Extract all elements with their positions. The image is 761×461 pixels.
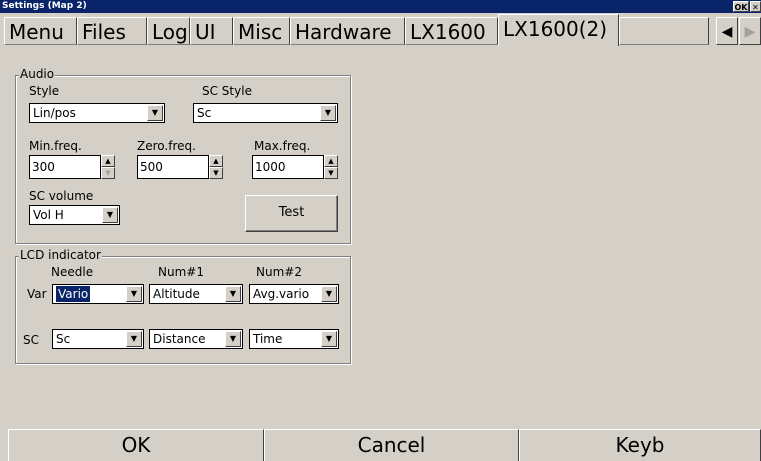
tab-scroll-left-icon[interactable]: ◀: [716, 17, 738, 45]
sc-num2-value: Time: [253, 332, 283, 346]
num2-column-label: Num#2: [256, 265, 302, 279]
style-select[interactable]: Lin/pos ▼: [29, 103, 165, 123]
sc-style-value: Sc: [197, 106, 212, 120]
max-freq-field[interactable]: 1000: [252, 155, 324, 179]
sc-volume-value: Vol H: [33, 208, 64, 222]
title-ok-button[interactable]: OK: [733, 1, 749, 12]
title-bar: Settings (Map 2): [0, 0, 761, 13]
min-freq-stepper[interactable]: 300 ▲ ▼: [29, 155, 115, 179]
cancel-button[interactable]: Cancel: [264, 429, 519, 461]
sc-num2-select[interactable]: Time ▼: [249, 329, 339, 349]
var-needle-value: Vario: [56, 286, 91, 302]
keyboard-button[interactable]: Keyb: [519, 429, 761, 461]
min-freq-label: Min.freq.: [29, 139, 82, 153]
tab-lx1600[interactable]: LX1600: [405, 17, 498, 45]
window-title: Settings (Map 2): [2, 1, 87, 11]
spin-down-icon[interactable]: ▼: [101, 167, 115, 179]
sc-style-select[interactable]: Sc ▼: [193, 103, 338, 123]
test-button[interactable]: Test: [245, 195, 338, 232]
tab-ui[interactable]: UI: [190, 17, 233, 45]
var-num2-value: Avg.vario: [253, 287, 310, 301]
max-freq-label: Max.freq.: [254, 139, 311, 153]
min-freq-field[interactable]: 300: [29, 155, 101, 179]
chevron-down-icon[interactable]: ▼: [147, 105, 163, 121]
chevron-down-icon[interactable]: ▼: [225, 331, 241, 347]
style-value: Lin/pos: [33, 106, 76, 120]
chevron-down-icon[interactable]: ▼: [320, 105, 336, 121]
tab-log[interactable]: Log: [147, 17, 190, 45]
spin-down-icon[interactable]: ▼: [209, 167, 223, 179]
zero-freq-label: Zero.freq.: [137, 139, 196, 153]
sc-num1-select[interactable]: Distance ▼: [149, 329, 243, 349]
spin-up-icon[interactable]: ▲: [324, 155, 338, 167]
var-num1-value: Altitude: [153, 287, 200, 301]
var-needle-select[interactable]: Vario ▼: [52, 284, 144, 304]
sc-volume-select[interactable]: Vol H ▼: [29, 205, 120, 225]
max-freq-stepper[interactable]: 1000 ▲ ▼: [252, 155, 338, 179]
style-label: Style: [29, 84, 60, 98]
audio-legend: Audio: [19, 67, 56, 81]
sc-style-label: SC Style: [202, 84, 252, 98]
close-icon[interactable]: ✕: [750, 1, 761, 12]
chevron-down-icon[interactable]: ▼: [321, 286, 337, 302]
ok-button[interactable]: OK: [8, 429, 264, 461]
var-num2-select[interactable]: Avg.vario ▼: [249, 284, 339, 304]
tab-lx1600-2[interactable]: LX1600(2): [498, 14, 619, 46]
spin-down-icon[interactable]: ▼: [324, 167, 338, 179]
lcd-legend: LCD indicator: [19, 248, 102, 262]
sc-num1-value: Distance: [153, 332, 206, 346]
tab-scroll-right-icon[interactable]: ▶: [739, 17, 761, 45]
spin-up-icon[interactable]: ▲: [101, 155, 115, 167]
needle-column-label: Needle: [51, 265, 94, 279]
tab-hardware[interactable]: Hardware: [290, 17, 405, 45]
sc-needle-value: Sc: [56, 332, 71, 346]
tab-menu[interactable]: Menu: [4, 17, 77, 45]
chevron-down-icon[interactable]: ▼: [126, 331, 142, 347]
zero-freq-field[interactable]: 500: [137, 155, 209, 179]
tab-misc[interactable]: Misc: [233, 17, 290, 45]
chevron-down-icon[interactable]: ▼: [225, 286, 241, 302]
chevron-down-icon[interactable]: ▼: [126, 286, 142, 302]
sc-needle-select[interactable]: Sc ▼: [52, 329, 144, 349]
var-num1-select[interactable]: Altitude ▼: [149, 284, 243, 304]
tab-strip-spacer: [619, 17, 709, 45]
zero-freq-stepper[interactable]: 500 ▲ ▼: [137, 155, 223, 179]
tab-files[interactable]: Files: [77, 17, 147, 45]
sc-row-label: SC: [23, 333, 39, 347]
spin-up-icon[interactable]: ▲: [209, 155, 223, 167]
num1-column-label: Num#1: [158, 265, 204, 279]
chevron-down-icon[interactable]: ▼: [102, 207, 118, 223]
chevron-down-icon[interactable]: ▼: [321, 331, 337, 347]
var-row-label: Var: [27, 287, 47, 301]
sc-volume-label: SC volume: [29, 189, 94, 203]
